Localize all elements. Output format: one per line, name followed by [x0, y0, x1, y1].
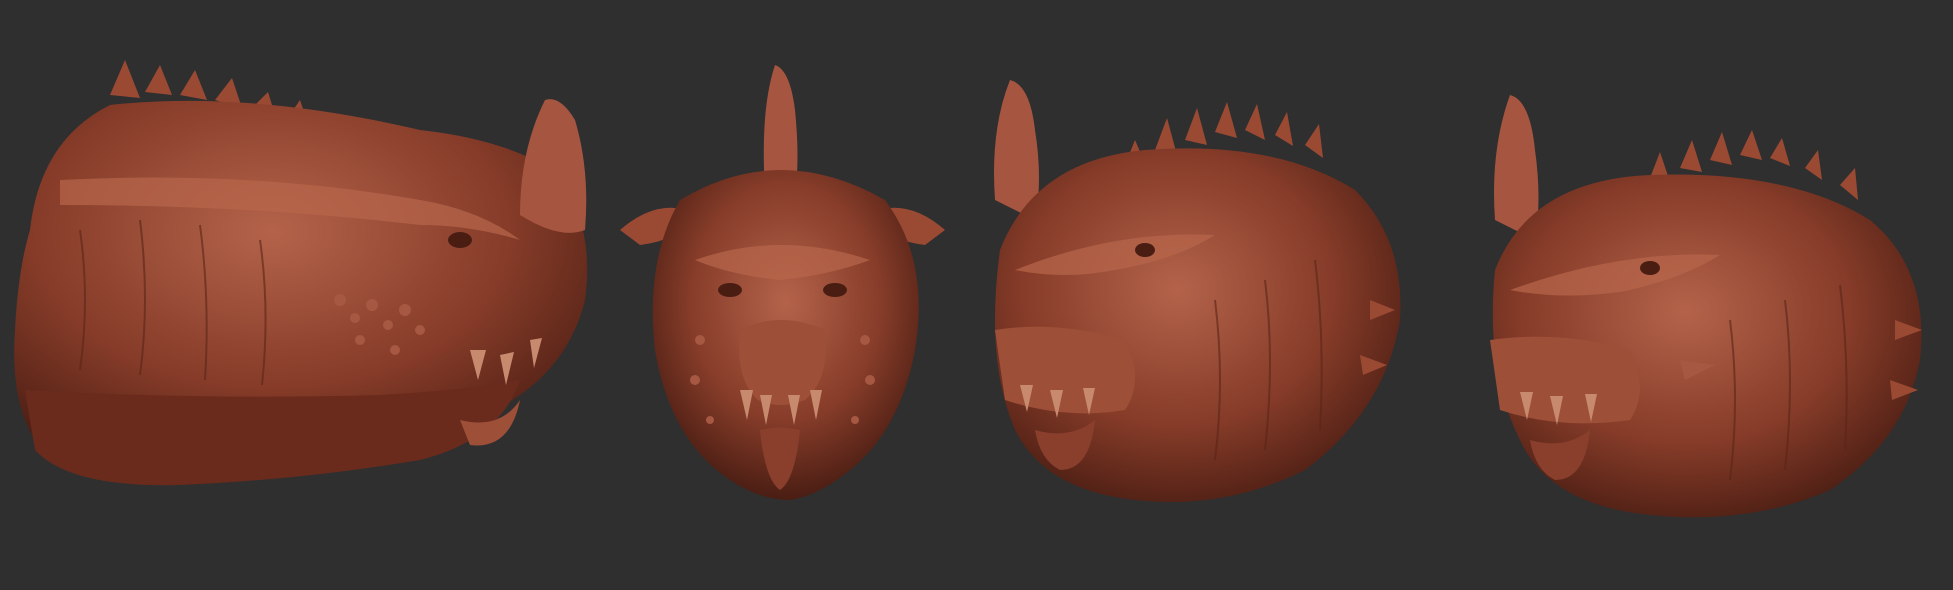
- sculpt-viewport: [0, 0, 1953, 590]
- dragon-head-three-quarter-image-a: [994, 80, 1401, 503]
- dragon-head-three-quarter-image-b: [1490, 95, 1922, 518]
- dragon-head-three-quarter-view-a: [975, 0, 1435, 590]
- dragon-head-front-view: [600, 0, 960, 590]
- dragon-head-front-image: [620, 65, 945, 500]
- dragon-head-side-image: [14, 60, 588, 486]
- dragon-head-three-quarter-view-b: [1450, 0, 1953, 590]
- dragon-head-side-view: [0, 0, 600, 590]
